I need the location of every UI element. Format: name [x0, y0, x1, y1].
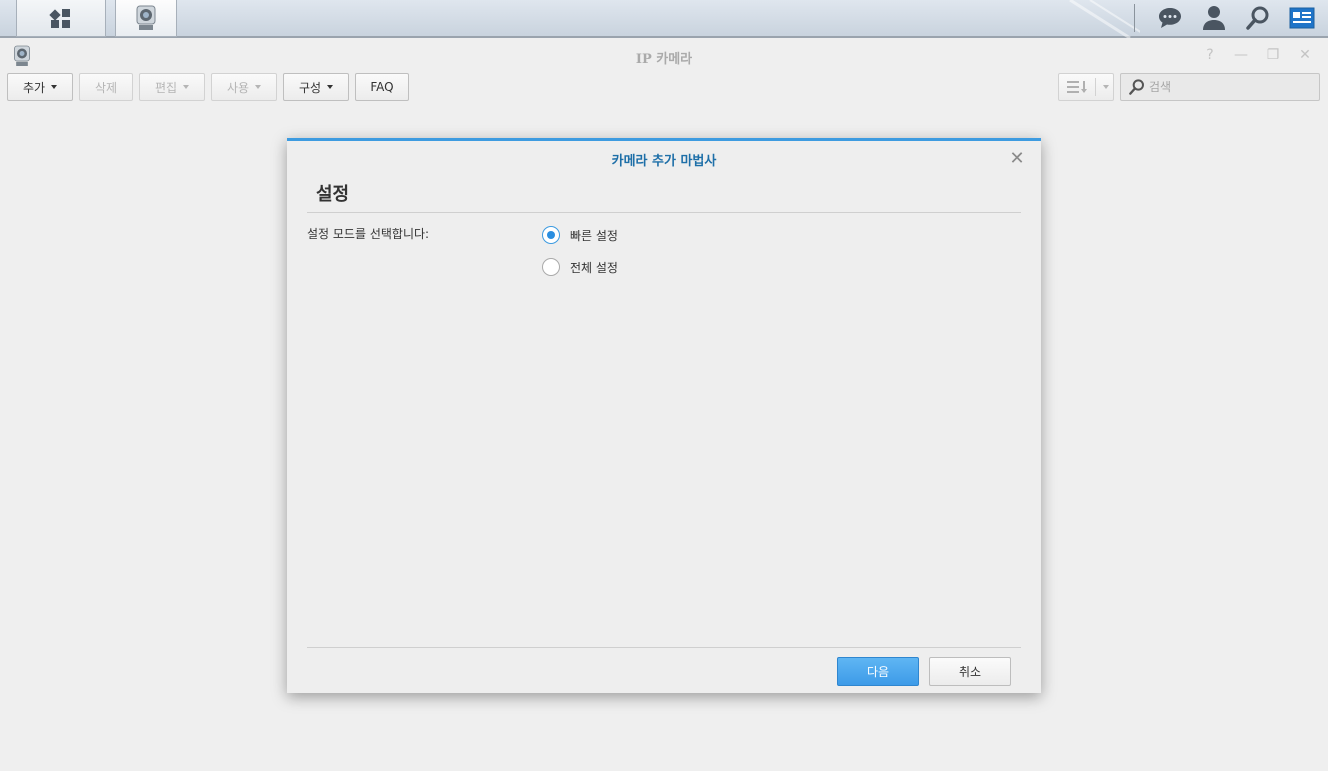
dialog-heading: 설정 — [316, 184, 350, 205]
close-icon[interactable]: ✕ — [1007, 149, 1027, 169]
edit-button[interactable]: 편집 — [139, 73, 205, 101]
chevron-down-icon — [183, 85, 190, 89]
taskbar-separator — [1134, 4, 1135, 32]
search-icon[interactable] — [1243, 4, 1273, 32]
search-box[interactable] — [1120, 73, 1320, 101]
ip-camera-taskbar-button[interactable] — [115, 0, 177, 37]
add-button[interactable]: 추가 — [7, 73, 73, 101]
chevron-down-icon — [327, 85, 334, 89]
minimize-icon[interactable]: — — [1231, 46, 1251, 64]
chevron-down-icon — [255, 85, 262, 89]
use-button[interactable]: 사용 — [211, 73, 277, 101]
full-setup-label: 전체 설정 — [570, 260, 618, 275]
radio-quick-setup[interactable]: 빠른 설정 — [542, 226, 618, 244]
sort-divider — [1095, 78, 1096, 96]
app-grid-icon — [49, 9, 70, 28]
heading-divider — [307, 212, 1021, 213]
camera-app-icon — [136, 5, 156, 30]
quick-setup-label: 빠른 설정 — [570, 228, 618, 243]
sort-button[interactable] — [1058, 73, 1114, 101]
dialog-title: 카메라 추가 마법사 — [611, 154, 717, 169]
radio-button[interactable] — [542, 258, 560, 276]
config-button-label: 구성 — [298, 80, 322, 95]
help-icon[interactable]: ? — [1200, 46, 1220, 64]
widgets-icon[interactable] — [1287, 4, 1317, 32]
add-button-label: 추가 — [22, 80, 46, 95]
sort-list-icon — [1067, 81, 1087, 93]
maximize-icon[interactable]: ❐ — [1263, 46, 1283, 64]
next-button[interactable]: 다음 — [837, 657, 919, 686]
chevron-down-icon — [1103, 85, 1109, 89]
edit-button-label: 편집 — [154, 80, 178, 95]
search-input[interactable] — [1149, 80, 1309, 94]
search-icon — [1129, 79, 1144, 95]
use-button-label: 사용 — [226, 80, 250, 95]
add-camera-wizard-dialog: 카메라 추가 마법사 ✕ 설정 설정 모드를 선택합니다: 빠른 설정 전체 설… — [287, 138, 1041, 693]
footer-divider — [307, 647, 1021, 648]
taskbar — [0, 0, 1328, 38]
user-icon[interactable] — [1199, 4, 1229, 32]
chevron-down-icon — [51, 85, 58, 89]
config-button[interactable]: 구성 — [283, 73, 349, 101]
taskbar-decoration — [1060, 0, 1140, 38]
window-title: IP 카메라 — [635, 52, 693, 67]
faq-button-label: FAQ — [370, 80, 394, 94]
cancel-button[interactable]: 취소 — [929, 657, 1011, 686]
delete-button-label: 삭제 — [94, 80, 118, 95]
radio-full-setup[interactable]: 전체 설정 — [542, 258, 618, 276]
radio-button-checked[interactable] — [542, 226, 560, 244]
setup-mode-label: 설정 모드를 선택합니다: — [307, 227, 430, 241]
window-close-icon[interactable]: ✕ — [1295, 46, 1315, 64]
main-menu-button[interactable] — [16, 0, 106, 37]
delete-button[interactable]: 삭제 — [79, 73, 133, 101]
faq-button[interactable]: FAQ — [355, 73, 409, 101]
chat-icon[interactable] — [1155, 4, 1185, 32]
